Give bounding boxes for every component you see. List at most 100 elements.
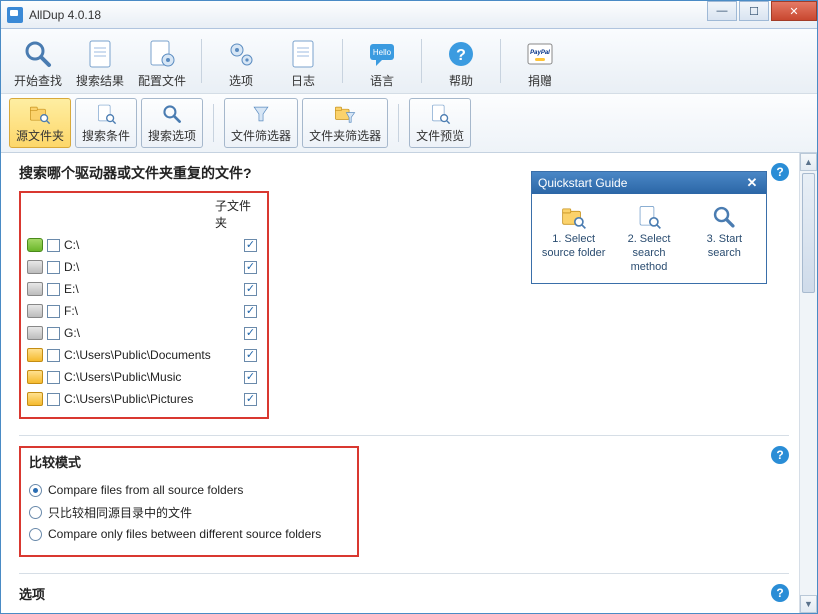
donate-icon: PayPal <box>524 38 556 70</box>
quickstart-step-2[interactable]: 2. Selectsearch method <box>611 198 686 279</box>
quickstart-step-3[interactable]: 3. Startsearch <box>687 198 762 279</box>
minimize-button[interactable]: — <box>707 1 737 21</box>
folder-path: C:\Users\Public\Documents <box>64 348 234 362</box>
folder-checkbox[interactable] <box>47 261 60 274</box>
subfolder-checkbox[interactable] <box>244 305 257 318</box>
source-folders-icon <box>28 103 52 125</box>
options-section-title: 选项 <box>19 584 789 603</box>
tab-file-preview[interactable]: 文件预览 <box>409 98 471 148</box>
step-icon <box>560 203 588 231</box>
source-folder-row: C:\Users\Public\Music <box>27 367 261 387</box>
language-icon: Hello <box>366 38 398 70</box>
folder-filter-icon <box>333 103 357 125</box>
file-filter-icon <box>249 103 273 125</box>
compare-mode-section: ? 比较模式 Compare files from all source fol… <box>19 446 789 557</box>
folder-checkbox[interactable] <box>47 239 60 252</box>
scrollbar[interactable]: ▲ ▼ <box>799 153 817 613</box>
titlebar: AllDup 4.0.18 — ☐ ✕ <box>1 1 817 29</box>
folder-icon <box>27 370 43 384</box>
folder-path: E:\ <box>64 282 214 296</box>
subfolder-checkbox[interactable] <box>244 393 257 406</box>
folder-path: G:\ <box>64 326 214 340</box>
radio-button[interactable] <box>29 528 42 541</box>
radio-button[interactable] <box>29 484 42 497</box>
tabs-toolbar: 源文件夹 搜索条件 搜索选项 文件筛选器文件夹筛选器 文件预览 <box>1 94 817 153</box>
maximize-button[interactable]: ☐ <box>739 1 769 21</box>
start-search-icon <box>22 38 54 70</box>
toolbar-separator <box>398 104 399 142</box>
svg-text:Hello: Hello <box>373 48 392 57</box>
help-button[interactable]: ?帮助 <box>432 33 490 89</box>
log-button[interactable]: 日志 <box>274 33 332 89</box>
special-icon <box>27 238 43 252</box>
tab-search-criteria[interactable]: 搜索条件 <box>75 98 137 148</box>
folder-path: C:\ <box>64 238 214 252</box>
toolbar-label: 帮助 <box>449 72 473 89</box>
subfolder-checkbox[interactable] <box>244 349 257 362</box>
quickstart-title: Quickstart Guide <box>538 176 627 190</box>
tab-label: 源文件夹 <box>16 127 64 144</box>
folder-checkbox[interactable] <box>47 393 60 406</box>
subfolder-checkbox[interactable] <box>244 283 257 296</box>
language-button[interactable]: Hello语言 <box>353 33 411 89</box>
folder-checkbox[interactable] <box>47 349 60 362</box>
scroll-track[interactable] <box>800 171 817 595</box>
start-search-button[interactable]: 开始查找 <box>9 33 67 89</box>
tab-file-filter[interactable]: 文件筛选器 <box>224 98 298 148</box>
subfolder-checkbox[interactable] <box>244 327 257 340</box>
subfolder-checkbox[interactable] <box>244 261 257 274</box>
step-label: 2. Selectsearch method <box>614 233 683 274</box>
source-folder-row: G:\ <box>27 323 261 343</box>
subfolder-checkbox[interactable] <box>244 239 257 252</box>
tab-label: 文件预览 <box>416 127 464 144</box>
radio-label: Compare only files between different sou… <box>48 527 321 541</box>
quickstart-close-icon[interactable]: ✕ <box>744 175 760 191</box>
folder-checkbox[interactable] <box>47 283 60 296</box>
compare-section-title: 比较模式 <box>29 452 349 471</box>
folder-checkbox[interactable] <box>47 327 60 340</box>
folder-checkbox[interactable] <box>47 371 60 384</box>
options-button[interactable]: 选项 <box>212 33 270 89</box>
tab-search-options[interactable]: 搜索选项 <box>141 98 203 148</box>
source-folder-row: F:\ <box>27 301 261 321</box>
options-icon <box>225 38 257 70</box>
main-panel: 搜索哪个驱动器或文件夹重复的文件? ? Quickstart Guide ✕ 1… <box>1 153 799 613</box>
config-file-button[interactable]: 配置文件 <box>133 33 191 89</box>
folder-icon <box>27 348 43 362</box>
source-folder-row: D:\ <box>27 257 261 277</box>
quickstart-step-1[interactable]: 1. Selectsource folder <box>536 198 611 279</box>
help-icon[interactable]: ? <box>771 163 789 181</box>
quickstart-body: 1. Selectsource folder 2. Selectsearch me… <box>532 194 766 283</box>
divider <box>19 573 789 574</box>
scroll-thumb[interactable] <box>802 173 815 293</box>
help-icon[interactable]: ? <box>771 584 789 602</box>
radio-label: 只比较相同源目录中的文件 <box>48 504 192 521</box>
folder-checkbox[interactable] <box>47 305 60 318</box>
step-icon <box>710 203 738 231</box>
toolbar-label: 开始查找 <box>14 72 62 89</box>
help-icon[interactable]: ? <box>771 446 789 464</box>
tab-source-folders[interactable]: 源文件夹 <box>9 98 71 148</box>
radio-button[interactable] <box>29 506 42 519</box>
folder-path: D:\ <box>64 260 214 274</box>
scroll-down-arrow[interactable]: ▼ <box>800 595 817 613</box>
tab-folder-filter[interactable]: 文件夹筛选器 <box>302 98 388 148</box>
compare-mode-group: 比较模式 Compare files from all source folde… <box>19 446 359 557</box>
search-results-button[interactable]: 搜索结果 <box>71 33 129 89</box>
disk-icon <box>27 282 43 296</box>
tab-label: 搜索选项 <box>148 127 196 144</box>
donate-button[interactable]: PayPal捐赠 <box>511 33 569 89</box>
disk-icon <box>27 304 43 318</box>
step-label: 1. Selectsource folder <box>542 233 606 261</box>
subfolder-checkbox[interactable] <box>244 371 257 384</box>
scroll-up-arrow[interactable]: ▲ <box>800 153 817 171</box>
tab-label: 搜索条件 <box>82 127 130 144</box>
source-folders-section: 搜索哪个驱动器或文件夹重复的文件? ? Quickstart Guide ✕ 1… <box>19 163 789 419</box>
svg-text:PayPal: PayPal <box>530 50 550 56</box>
source-folder-row: C:\Users\Public\Pictures <box>27 389 261 409</box>
tab-label: 文件夹筛选器 <box>309 127 381 144</box>
disk-icon <box>27 326 43 340</box>
option-check-0: 不搜索文件夹 (NTFS 交接点) 该点指向另一个文件夹目录 <box>19 611 789 613</box>
close-button[interactable]: ✕ <box>771 1 817 21</box>
compare-option-2: Compare only files between different sou… <box>29 523 349 545</box>
